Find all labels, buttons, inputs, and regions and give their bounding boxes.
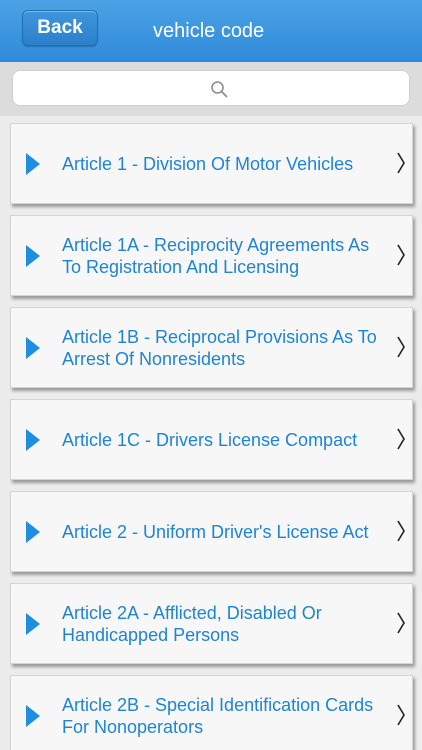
- list-item-label: Article 1C - Drivers License Compact: [62, 429, 358, 450]
- article-list: Article 1 - Division Of Motor Vehicles A…: [0, 116, 422, 750]
- search-input[interactable]: [12, 70, 410, 106]
- list-item-article-2b[interactable]: Article 2B - Special Identification Card…: [10, 675, 413, 750]
- list-item-article-2a[interactable]: Article 2A - Afflicted, Disabled Or Hand…: [10, 583, 413, 664]
- play-triangle-icon: [26, 245, 40, 267]
- play-triangle-icon: [26, 705, 40, 727]
- list-item-label: Article 2B - Special Identification Card…: [62, 694, 374, 737]
- list-item-label: Article 2 - Uniform Driver's License Act: [62, 521, 369, 542]
- list-item-article-1a[interactable]: Article 1A - Reciprocity Agreements As T…: [10, 215, 413, 296]
- chevron-right-icon: [397, 336, 405, 358]
- chevron-right-icon: [397, 152, 405, 174]
- play-triangle-icon: [26, 429, 40, 451]
- navigation-bar: Back vehicle code: [0, 0, 422, 63]
- back-button[interactable]: Back: [22, 10, 98, 46]
- page-title: vehicle code: [153, 20, 265, 42]
- search-icon: [211, 81, 228, 98]
- list-item-article-1c[interactable]: Article 1C - Drivers License Compact: [10, 399, 413, 480]
- list-item-label: Article 1B - Reciprocal Provisions As To…: [62, 326, 377, 369]
- list-item-label: Article 2A - Afflicted, Disabled Or Hand…: [62, 602, 322, 645]
- list-item-label: Article 1A - Reciprocity Agreements As T…: [62, 234, 370, 277]
- list-item-article-2[interactable]: Article 2 - Uniform Driver's License Act: [10, 491, 413, 572]
- chevron-right-icon: [397, 428, 405, 450]
- list-item-label: Article 1 - Division Of Motor Vehicles: [62, 153, 354, 174]
- chevron-right-icon: [397, 520, 405, 542]
- play-triangle-icon: [26, 613, 40, 635]
- search-bar: [0, 62, 422, 116]
- play-triangle-icon: [26, 153, 40, 175]
- chevron-right-icon: [397, 704, 405, 726]
- chevron-right-icon: [397, 244, 405, 266]
- chevron-right-icon: [397, 612, 405, 634]
- list-item-article-1b[interactable]: Article 1B - Reciprocal Provisions As To…: [10, 307, 413, 388]
- list-item-article-1[interactable]: Article 1 - Division Of Motor Vehicles: [10, 123, 413, 204]
- play-triangle-icon: [26, 337, 40, 359]
- play-triangle-icon: [26, 521, 40, 543]
